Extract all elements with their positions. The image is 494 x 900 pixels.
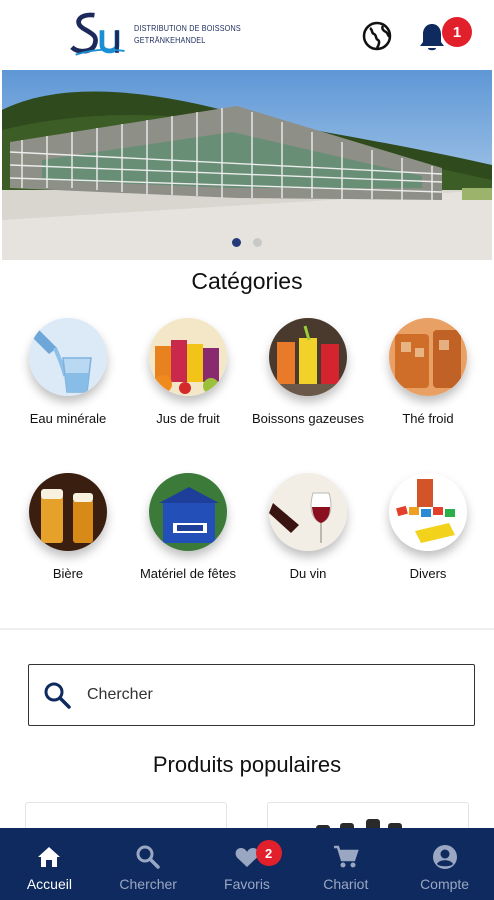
- category-boissons-gazeuses[interactable]: Boissons gazeuses: [248, 318, 368, 427]
- wine-icon: [269, 473, 347, 551]
- search-placeholder: Chercher: [87, 686, 153, 703]
- carousel-dot-2[interactable]: [253, 238, 262, 247]
- carousel-indicators: [0, 238, 494, 247]
- carousel-dot-1[interactable]: [232, 238, 241, 247]
- category-label: Bière: [52, 566, 84, 581]
- nav-label: Favoris: [224, 876, 270, 892]
- iced-tea-icon: [389, 318, 467, 396]
- category-label: Boissons gazeuses: [251, 411, 364, 426]
- juice-icon: [149, 318, 227, 396]
- cart-icon: [333, 845, 359, 868]
- search-icon: [44, 682, 71, 709]
- nav-item-chercher[interactable]: Chercher: [99, 828, 198, 900]
- category-biere[interactable]: Bière: [8, 473, 128, 582]
- beer-icon: [29, 473, 107, 551]
- category-du-vin[interactable]: Du vin: [248, 473, 368, 582]
- nav-label: Chercher: [119, 876, 177, 892]
- nav-item-accueil[interactable]: Accueil: [0, 828, 99, 900]
- nav-label: Chariot: [323, 876, 369, 892]
- logo-line-2: GETRÄNKEHANDEL: [134, 35, 206, 45]
- nav-item-chariot[interactable]: Chariot: [296, 828, 395, 900]
- category-eau-minerale[interactable]: Eau minérale: [8, 318, 128, 427]
- globe-icon[interactable]: [361, 20, 393, 52]
- section-divider: [0, 628, 494, 630]
- hero-image: [2, 70, 492, 260]
- logo-text: DISTRIBUTION DE BOISSONS GETRÄNKEHANDEL: [134, 22, 241, 46]
- nav-item-favoris[interactable]: Favoris 2: [198, 828, 297, 900]
- category-the-froid[interactable]: Thé froid: [368, 318, 488, 427]
- category-label: Matériel de fêtes: [139, 566, 237, 581]
- account-icon: [432, 845, 457, 869]
- nav-label: Accueil: [26, 876, 72, 892]
- water-icon: [29, 318, 107, 396]
- soda-icon: [269, 318, 347, 396]
- misc-icon: [389, 473, 467, 551]
- categories-title: Catégories: [191, 268, 303, 294]
- home-icon: [38, 847, 61, 867]
- search-field[interactable]: Chercher: [28, 664, 475, 726]
- search-icon: [136, 845, 160, 869]
- notification-badge[interactable]: 1: [442, 17, 472, 47]
- app-header: DISTRIBUTION DE BOISSONS GETRÄNKEHANDEL …: [0, 0, 494, 68]
- category-label: Du vin: [289, 566, 327, 581]
- category-label: Divers: [409, 566, 447, 581]
- logo-mark-icon: [70, 12, 125, 56]
- hero-carousel[interactable]: [2, 70, 492, 260]
- bottom-navigation: Accueil Chercher Favoris 2 Chariot Compt…: [0, 828, 494, 900]
- category-materiel-de-fetes[interactable]: Matériel de fêtes: [128, 473, 248, 582]
- category-divers[interactable]: Divers: [368, 473, 488, 582]
- favorites-badge: 2: [255, 840, 282, 866]
- nav-label: Compte: [420, 876, 470, 892]
- nav-item-compte[interactable]: Compte: [395, 828, 494, 900]
- category-label: Thé froid: [402, 411, 454, 426]
- logo-line-1: DISTRIBUTION DE BOISSONS: [134, 23, 242, 33]
- category-label: Jus de fruit: [156, 411, 220, 426]
- popular-products-title: Produits populaires: [152, 752, 342, 777]
- party-tent-icon: [149, 473, 227, 551]
- category-label: Eau minérale: [29, 411, 107, 426]
- category-jus-de-fruit[interactable]: Jus de fruit: [128, 318, 248, 427]
- brand-logo[interactable]: DISTRIBUTION DE BOISSONS GETRÄNKEHANDEL: [70, 6, 260, 62]
